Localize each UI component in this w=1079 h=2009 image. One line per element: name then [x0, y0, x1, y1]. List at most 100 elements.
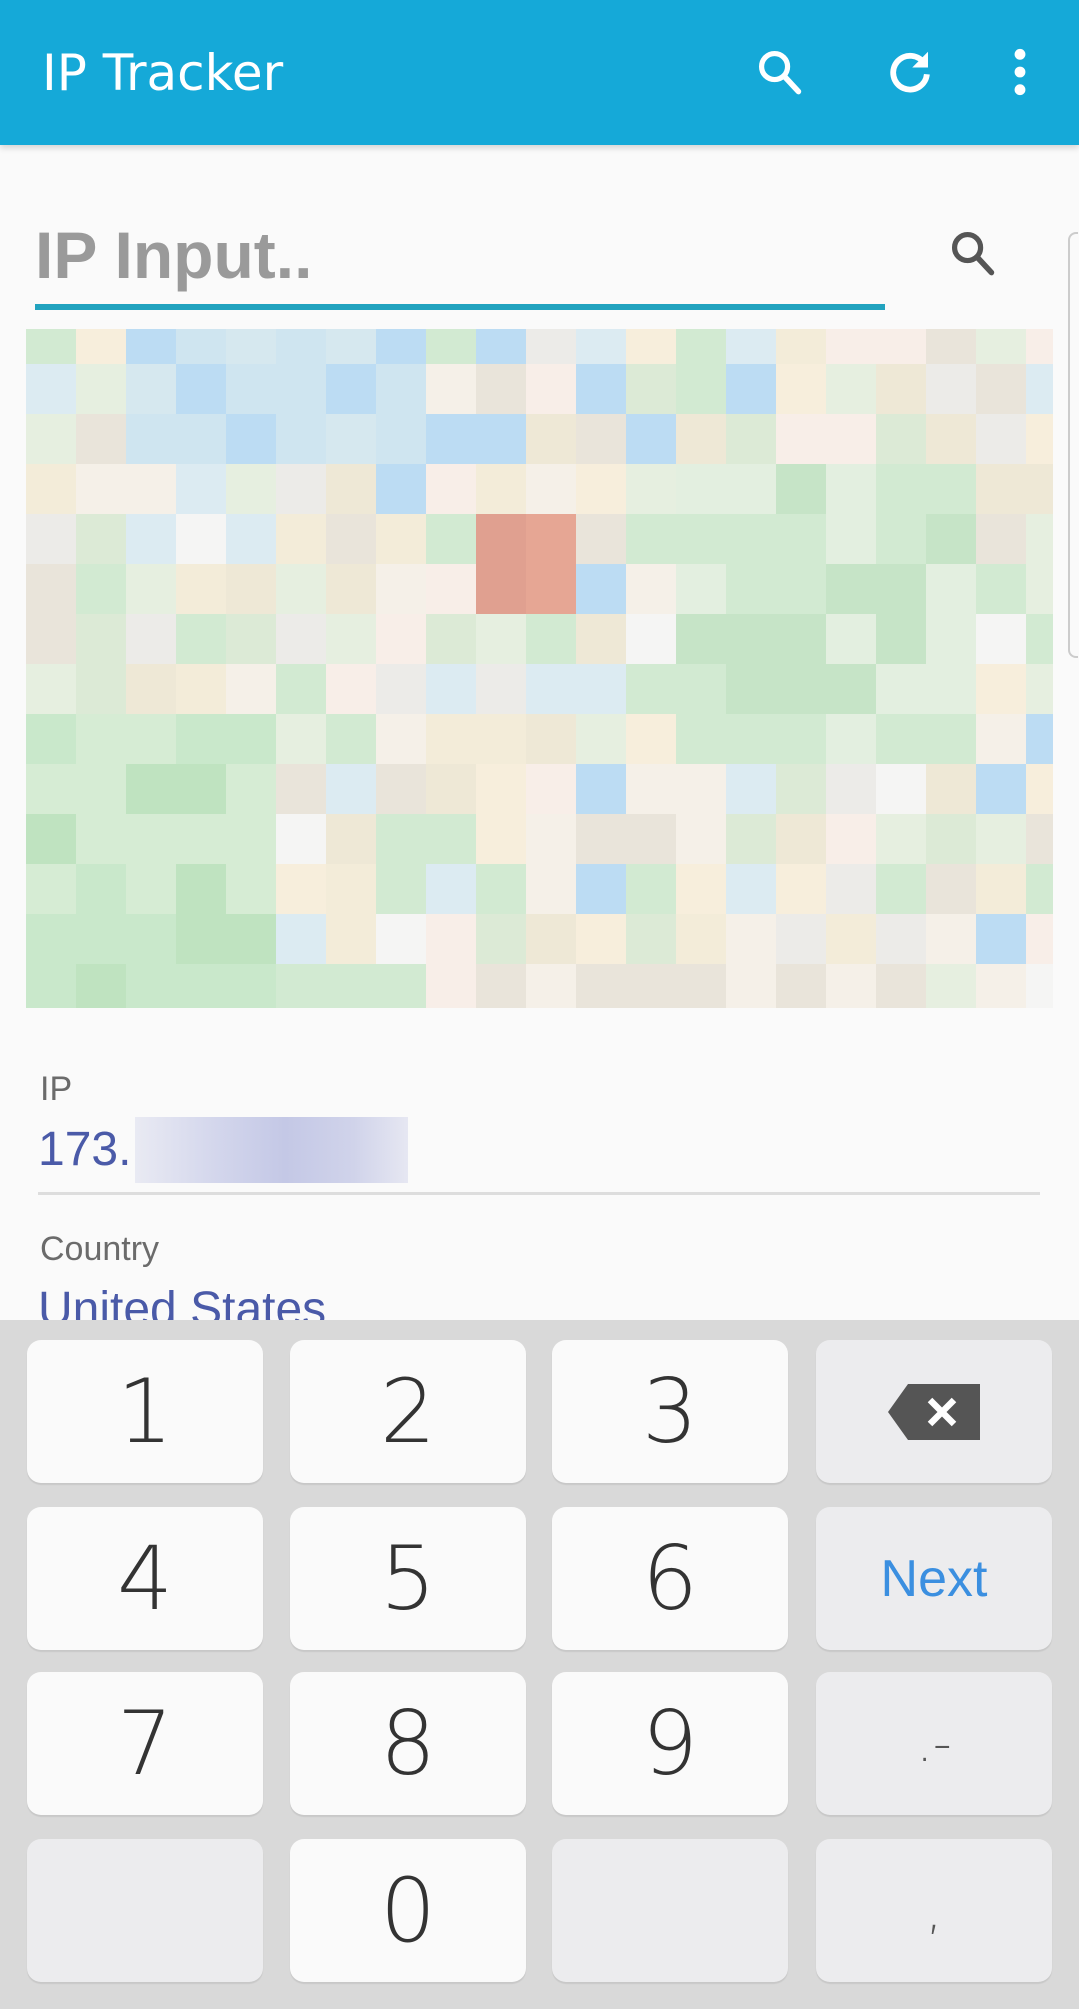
- map-tile: [926, 964, 976, 1008]
- key-4[interactable]: 4: [27, 1507, 263, 1650]
- map-tile: [626, 614, 676, 664]
- map-tile: [176, 964, 226, 1008]
- map-tile: [426, 514, 476, 564]
- map-tile: [476, 329, 526, 364]
- map-tile: [876, 914, 926, 964]
- map-tile: [26, 364, 76, 414]
- map-tile: [876, 564, 926, 614]
- map-tile: [676, 364, 726, 414]
- map-tile: [876, 764, 926, 814]
- map-tile: [676, 664, 726, 714]
- ip-label: IP: [40, 1070, 73, 1108]
- map-tile: [526, 329, 576, 364]
- ip-input-field[interactable]: [35, 200, 885, 310]
- map-tile: [26, 329, 76, 364]
- map-tile: [976, 764, 1026, 814]
- map-tile: [826, 329, 876, 364]
- map-tile: [76, 664, 126, 714]
- map-tile: [476, 914, 526, 964]
- map-tile: [576, 814, 626, 864]
- ip-search-button[interactable]: [940, 220, 1006, 286]
- map-tile: [876, 814, 926, 864]
- map-tile: [926, 414, 976, 464]
- map-tile: [26, 614, 76, 664]
- search-action-button[interactable]: [748, 40, 812, 104]
- map-tile: [226, 764, 276, 814]
- map-tile: [76, 964, 126, 1008]
- map-tile: [826, 714, 876, 764]
- map-view[interactable]: [26, 329, 1053, 1008]
- map-tile: [576, 664, 626, 714]
- map-tile: [126, 664, 176, 714]
- map-tile: [26, 714, 76, 764]
- map-tile: [576, 329, 626, 364]
- key-1[interactable]: 1: [27, 1340, 263, 1483]
- map-tile: [126, 564, 176, 614]
- more-vert-icon: [1014, 48, 1026, 96]
- map-tile: [126, 914, 176, 964]
- map-tile: [376, 914, 426, 964]
- key-7[interactable]: 7: [27, 1672, 263, 1815]
- map-tile: [26, 814, 76, 864]
- backspace-key[interactable]: [816, 1340, 1052, 1483]
- key-9[interactable]: 9: [552, 1672, 788, 1815]
- map-tile: [426, 564, 476, 614]
- key-.-[interactable]: .-: [816, 1672, 1052, 1815]
- map-tile: [226, 664, 276, 714]
- map-tile: [526, 914, 576, 964]
- ip-input[interactable]: [35, 210, 875, 300]
- next-key[interactable]: Next: [816, 1507, 1052, 1650]
- map-tile: [726, 414, 776, 464]
- scrollbar[interactable]: [1068, 232, 1078, 658]
- map-tile: [326, 814, 376, 864]
- map-tile: [126, 964, 176, 1008]
- map-tile: [876, 614, 926, 664]
- map-tile: [926, 614, 976, 664]
- map-tile: [526, 514, 576, 564]
- key-3[interactable]: 3: [552, 1340, 788, 1483]
- map-tile: [426, 914, 476, 964]
- map-tile: [326, 714, 376, 764]
- map-tile: [176, 814, 226, 864]
- key-,[interactable]: ,: [816, 1839, 1052, 1982]
- map-tile: [776, 764, 826, 814]
- key-8[interactable]: 8: [290, 1672, 526, 1815]
- map-tile: [676, 329, 726, 364]
- map-tile: [476, 414, 526, 464]
- map-tile: [726, 814, 776, 864]
- map-tile: [576, 564, 626, 614]
- blank-key[interactable]: [552, 1839, 788, 1982]
- map-tile: [476, 564, 526, 614]
- map-tile: [676, 964, 726, 1008]
- map-tile: [976, 364, 1026, 414]
- map-tile: [926, 564, 976, 614]
- map-tile: [726, 614, 776, 664]
- map-tile: [926, 364, 976, 414]
- map-tile: [276, 514, 326, 564]
- map-tile: [326, 764, 376, 814]
- map-tile: [776, 614, 826, 664]
- map-tile: [526, 364, 576, 414]
- map-tile: [726, 664, 776, 714]
- key-5[interactable]: 5: [290, 1507, 526, 1650]
- map-tile: [476, 614, 526, 664]
- key-6[interactable]: 6: [552, 1507, 788, 1650]
- map-tile: [276, 914, 326, 964]
- map-tile: [1026, 329, 1053, 364]
- key-0[interactable]: 0: [290, 1839, 526, 1982]
- more-options-button[interactable]: [988, 40, 1052, 104]
- map-tile: [776, 914, 826, 964]
- map-tile: [626, 664, 676, 714]
- map-tile: [426, 329, 476, 364]
- map-tile: [926, 764, 976, 814]
- refresh-button[interactable]: [878, 40, 942, 104]
- key-2[interactable]: 2: [290, 1340, 526, 1483]
- map-tile: [26, 914, 76, 964]
- ip-value: 173.: [38, 1122, 131, 1177]
- map-tile: [326, 664, 376, 714]
- redacted-ip-part: [135, 1117, 408, 1183]
- blank-key[interactable]: [27, 1839, 263, 1982]
- map-tile: [326, 329, 376, 364]
- map-tile: [1026, 964, 1053, 1008]
- numeric-keyboard: 1 2 3 4 5 6 Next 7 8 9 .- 0,: [0, 1320, 1079, 2009]
